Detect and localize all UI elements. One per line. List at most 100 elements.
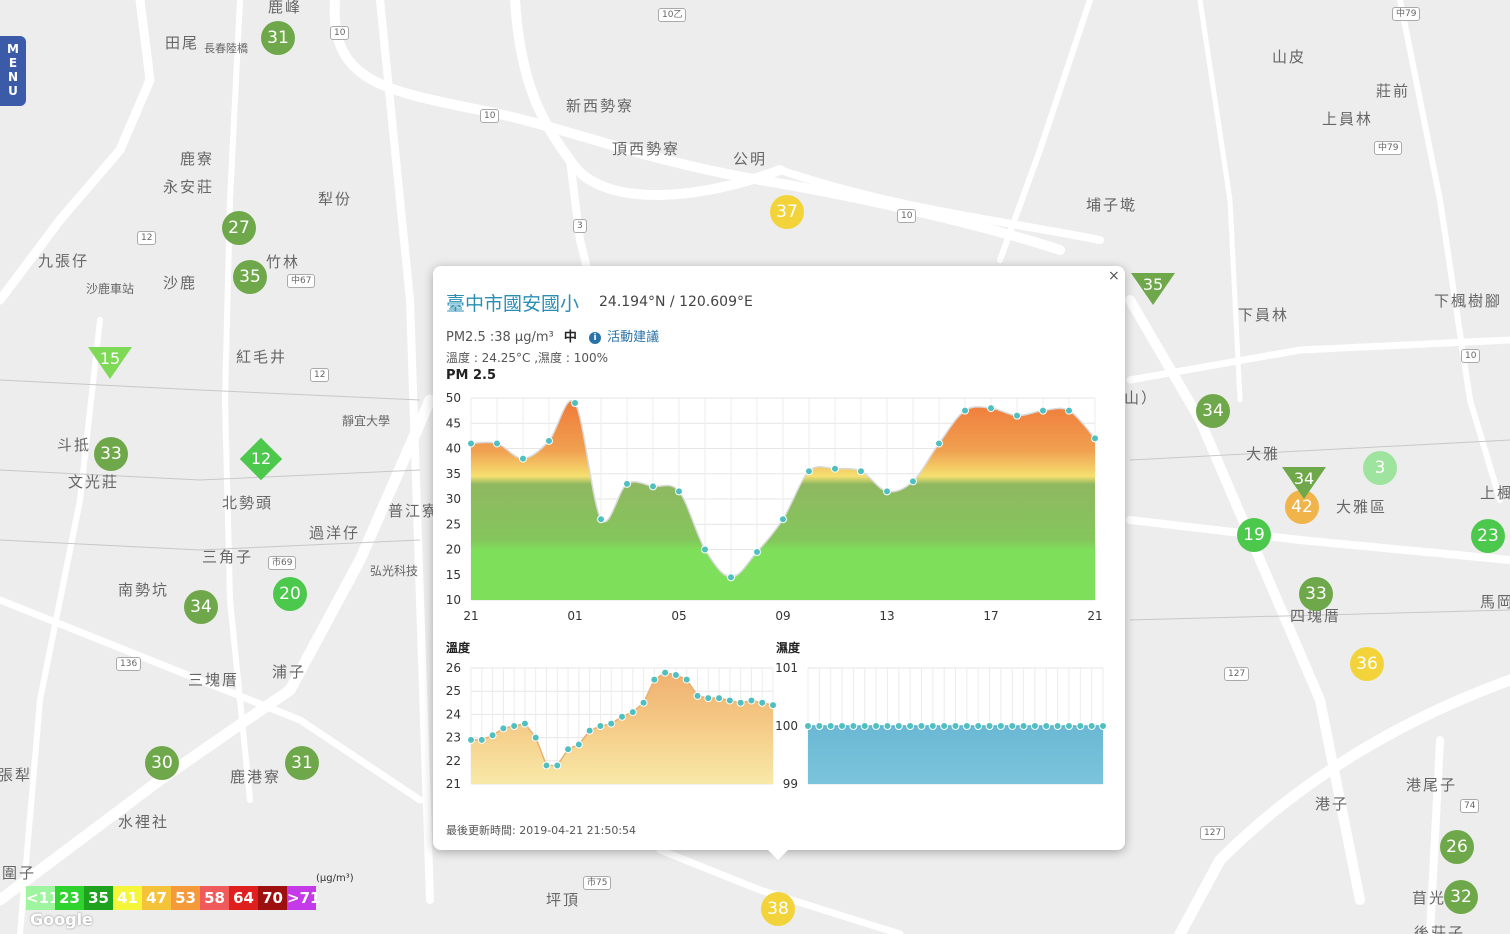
- data-point[interactable]: [985, 722, 994, 730]
- data-point[interactable]: [531, 733, 540, 742]
- data-point[interactable]: [1013, 411, 1021, 420]
- data-point[interactable]: [671, 670, 680, 679]
- data-point[interactable]: [693, 691, 702, 700]
- station-marker[interactable]: 34: [1196, 394, 1230, 428]
- data-point[interactable]: [935, 439, 943, 448]
- data-point[interactable]: [1053, 722, 1062, 730]
- station-marker-triangle[interactable]: 34: [1282, 467, 1326, 499]
- data-point[interactable]: [974, 722, 983, 730]
- station-marker[interactable]: 31: [261, 21, 295, 55]
- data-point[interactable]: [831, 464, 839, 473]
- station-marker[interactable]: 26: [1440, 830, 1474, 864]
- data-point[interactable]: [838, 722, 847, 730]
- station-marker[interactable]: 23: [1471, 519, 1505, 553]
- data-point[interactable]: [597, 515, 605, 524]
- station-marker-triangle[interactable]: 15: [88, 347, 132, 379]
- data-point[interactable]: [725, 696, 734, 705]
- data-point[interactable]: [906, 722, 915, 730]
- station-marker[interactable]: 20: [273, 577, 307, 611]
- data-point[interactable]: [883, 487, 891, 496]
- data-point[interactable]: [467, 735, 475, 744]
- station-marker[interactable]: 37: [770, 195, 804, 229]
- data-point[interactable]: [661, 668, 670, 677]
- data-point[interactable]: [1087, 722, 1096, 730]
- data-point[interactable]: [962, 722, 971, 730]
- data-point[interactable]: [650, 675, 659, 684]
- data-point[interactable]: [815, 722, 824, 730]
- data-point[interactable]: [779, 515, 787, 524]
- data-point[interactable]: [996, 722, 1005, 730]
- data-point[interactable]: [585, 726, 594, 735]
- station-marker[interactable]: 3: [1363, 451, 1397, 485]
- data-point[interactable]: [1099, 722, 1107, 730]
- data-point[interactable]: [510, 722, 519, 730]
- data-point[interactable]: [747, 696, 756, 705]
- data-point[interactable]: [736, 698, 745, 707]
- station-marker[interactable]: 30: [145, 746, 179, 780]
- data-point[interactable]: [727, 573, 735, 582]
- data-point[interactable]: [1076, 722, 1085, 730]
- data-point[interactable]: [499, 724, 508, 733]
- station-marker-triangle[interactable]: 35: [1131, 273, 1175, 305]
- data-point[interactable]: [917, 722, 926, 730]
- data-point[interactable]: [607, 719, 616, 728]
- data-point[interactable]: [623, 479, 631, 488]
- data-point[interactable]: [753, 548, 761, 557]
- data-point[interactable]: [961, 406, 969, 415]
- data-point[interactable]: [649, 482, 657, 491]
- station-marker[interactable]: 19: [1237, 518, 1271, 552]
- data-point[interactable]: [758, 698, 767, 707]
- station-marker[interactable]: 33: [1299, 577, 1333, 611]
- data-point[interactable]: [849, 722, 858, 730]
- data-point[interactable]: [618, 712, 626, 721]
- data-point[interactable]: [574, 740, 583, 749]
- activity-advice-link[interactable]: 活動建議: [607, 330, 659, 345]
- data-point[interactable]: [704, 694, 713, 703]
- data-point[interactable]: [1008, 722, 1017, 730]
- data-point[interactable]: [805, 467, 813, 476]
- station-marker[interactable]: 32: [1444, 880, 1478, 914]
- data-point[interactable]: [519, 454, 527, 463]
- data-point[interactable]: [1030, 722, 1039, 730]
- close-button[interactable]: ×: [1108, 268, 1120, 284]
- data-point[interactable]: [1039, 406, 1047, 415]
- data-point[interactable]: [553, 761, 562, 770]
- data-point[interactable]: [894, 722, 903, 730]
- data-point[interactable]: [804, 722, 812, 730]
- data-point[interactable]: [493, 439, 501, 448]
- data-point[interactable]: [1065, 406, 1073, 415]
- station-marker[interactable]: 38: [761, 892, 795, 926]
- info-icon[interactable]: i: [589, 332, 601, 344]
- data-point[interactable]: [467, 439, 475, 448]
- station-marker[interactable]: 31: [285, 746, 319, 780]
- data-point[interactable]: [928, 722, 937, 730]
- data-point[interactable]: [520, 719, 529, 728]
- data-point[interactable]: [826, 722, 835, 730]
- data-point[interactable]: [542, 761, 551, 770]
- data-point[interactable]: [909, 477, 917, 486]
- data-point[interactable]: [545, 436, 553, 445]
- data-point[interactable]: [987, 404, 995, 413]
- data-point[interactable]: [715, 694, 724, 703]
- menu-button[interactable]: MENU: [0, 36, 26, 106]
- data-point[interactable]: [857, 467, 865, 476]
- data-point[interactable]: [1064, 722, 1073, 730]
- data-point[interactable]: [872, 722, 881, 730]
- data-point[interactable]: [639, 698, 648, 707]
- data-point[interactable]: [488, 731, 497, 740]
- data-point[interactable]: [564, 745, 573, 754]
- data-point[interactable]: [675, 487, 683, 496]
- data-point[interactable]: [860, 722, 869, 730]
- data-point[interactable]: [1091, 434, 1099, 443]
- data-point[interactable]: [940, 722, 949, 730]
- data-point[interactable]: [951, 722, 960, 730]
- station-marker[interactable]: 35: [233, 260, 267, 294]
- station-marker[interactable]: 33: [94, 437, 128, 471]
- station-marker[interactable]: 27: [222, 211, 256, 245]
- data-point[interactable]: [682, 675, 691, 684]
- data-point[interactable]: [1019, 722, 1028, 730]
- data-point[interactable]: [628, 708, 637, 717]
- station-marker[interactable]: 34: [184, 590, 218, 624]
- data-point[interactable]: [701, 545, 709, 554]
- data-point[interactable]: [596, 722, 605, 730]
